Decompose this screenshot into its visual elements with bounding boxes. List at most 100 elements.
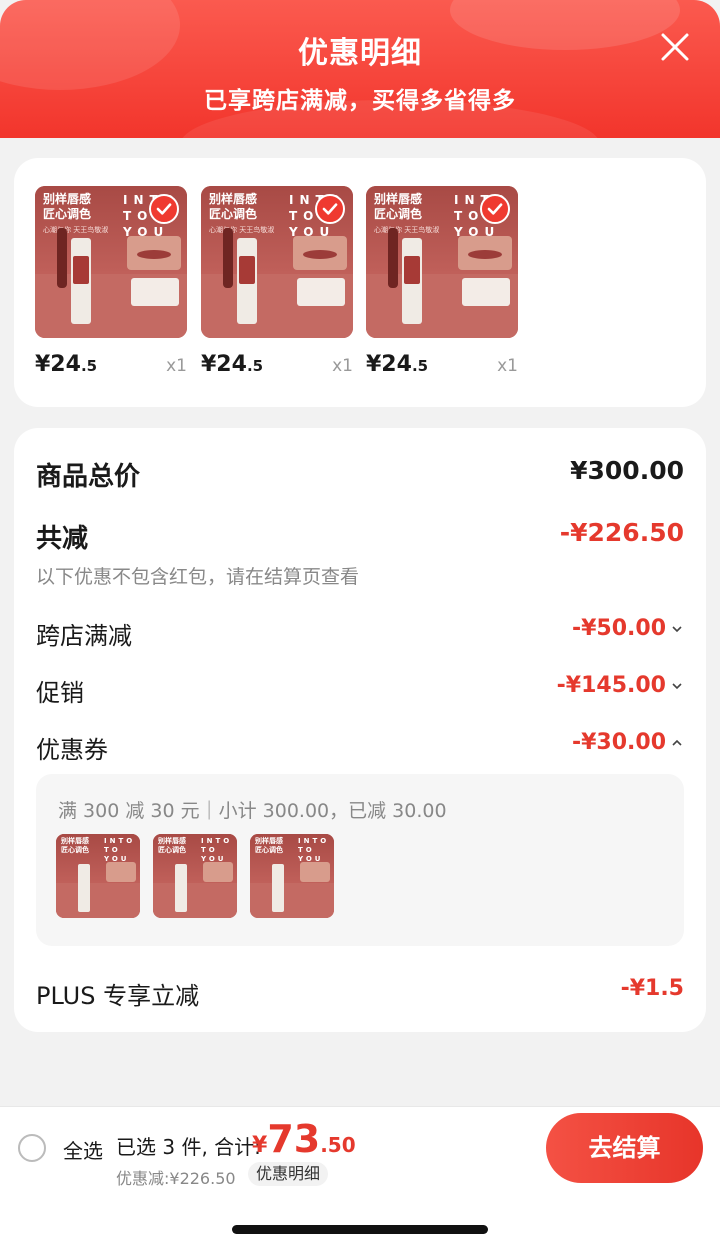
product-image[interactable]: 别样唇感 匠心调色 心潮与你 天王鸟敬淑 INTO TO YOU [35, 186, 187, 338]
thumb-brand-line: TO YOU [201, 846, 227, 863]
image-text-line: 别样唇感 [209, 192, 258, 206]
promo-value: -¥145.00 [556, 673, 666, 698]
total-discount-row: 共减 -¥226.50 [36, 518, 684, 555]
promo-label: 促销 [36, 679, 84, 707]
lips-swatch [458, 236, 512, 270]
thumb-brand: INTO TO YOU [104, 837, 140, 864]
product-image-small-text: 心潮与你 天王鸟敬淑 [374, 226, 440, 234]
product-qty: x1 [497, 356, 518, 376]
thumb-text-line: 别样唇感 [61, 837, 89, 845]
lips-swatch [127, 236, 181, 270]
image-bg [56, 882, 140, 918]
cross-store-label: 跨店满减 [36, 622, 132, 650]
lips-swatch [106, 862, 136, 882]
price-int: ¥24 [366, 352, 412, 377]
thumb-text-line: 别样唇感 [255, 837, 283, 845]
product-image-text: 别样唇感 匠心调色 [43, 192, 91, 222]
price-dec: .5 [80, 357, 98, 375]
thumb-text: 别样唇感 匠心调色 [255, 837, 283, 855]
product-mini-card [131, 278, 179, 306]
total-discount-value: -¥226.50 [559, 518, 684, 547]
chevron-down-icon[interactable] [670, 679, 684, 693]
lipstick-cap [388, 228, 398, 288]
goods-total-row: 商品总价 ¥300.00 [36, 456, 684, 493]
total-discount-label: 共减 [36, 524, 89, 554]
products-card: 别样唇感 匠心调色 心潮与你 天王鸟敬淑 INTO TO YOU ¥24.5 x1 … [14, 158, 706, 407]
product-image-text: 别样唇感 匠心调色 [209, 192, 257, 222]
image-text-line: 匠心调色 [209, 207, 258, 221]
discount-detail-link[interactable]: 优惠明细 [248, 1162, 329, 1186]
product-item[interactable]: 别样唇感 匠心调色 心潮与你 天王鸟敬淑 INTO TO YOU ¥24.5 x1 [35, 186, 187, 377]
discount-summary-card: 商品总价 ¥300.00 共减 -¥226.50 以下优惠不包含红包，请在结算页… [14, 428, 706, 1032]
select-all-label[interactable]: 全选 [63, 1135, 103, 1164]
image-text-line: 匠心调色 [43, 207, 92, 221]
coupon-product-thumb[interactable]: 别样唇感 匠心调色 INTO TO YOU [153, 834, 237, 918]
checkout-bar: 全选 已选 3 件, 合计: ¥73.50 优惠减:¥226.50 优惠明细 去… [0, 1106, 720, 1188]
coupon-product-thumb[interactable]: 别样唇感 匠心调色 INTO TO YOU [250, 834, 334, 918]
lipstick-tube [78, 864, 90, 912]
cross-store-row[interactable]: 跨店满减 -¥50.00 [36, 616, 684, 651]
lips-swatch [203, 862, 233, 882]
coupon-product-thumb[interactable]: 别样唇感 匠心调色 INTO TO YOU [56, 834, 140, 918]
check-icon[interactable] [315, 194, 345, 224]
page-title: 优惠明细 [298, 36, 422, 71]
header: 优惠明细 已享跨店满减，买得多省得多 [0, 0, 720, 138]
promo-row[interactable]: 促销 -¥145.00 [36, 673, 684, 708]
radio-unchecked-icon[interactable] [18, 1134, 46, 1162]
lipstick-tube [402, 238, 422, 324]
price-dec: .5 [246, 357, 264, 375]
plus-discount-label: PLUS 专享立减 [36, 982, 200, 1010]
price-int: ¥24 [201, 352, 247, 377]
thumb-brand-line: INTO [298, 837, 330, 845]
chevron-down-icon[interactable] [670, 622, 684, 636]
product-image-small-text: 心潮与你 天王鸟敬淑 [209, 226, 275, 234]
plus-discount-value: -¥1.5 [620, 976, 684, 1001]
cross-store-value-wrap: -¥50.00 [572, 616, 684, 641]
product-price: ¥24.5 [35, 352, 97, 377]
home-indicator-area [0, 1188, 720, 1248]
coupon-value-wrap: -¥30.00 [572, 730, 684, 755]
thumb-text: 别样唇感 匠心调色 [61, 837, 89, 855]
product-price: ¥24.5 [366, 352, 428, 377]
home-indicator[interactable] [232, 1225, 488, 1234]
page-subtitle: 已享跨店满减，买得多省得多 [204, 88, 516, 114]
lips-swatch [293, 236, 347, 270]
lipstick-tube [272, 864, 284, 912]
price-dec: .5 [411, 357, 429, 375]
discount-note-row: 以下优惠不包含红包，请在结算页查看 [36, 562, 684, 589]
lipstick-tube [237, 238, 257, 324]
product-qty: x1 [166, 356, 187, 376]
total-currency: ¥ [252, 1133, 268, 1158]
close-icon[interactable] [658, 30, 692, 64]
thumb-text-line: 匠心调色 [255, 846, 283, 854]
product-image[interactable]: 别样唇感 匠心调色 心潮与你 天王鸟敬淑 INTO TO YOU [201, 186, 353, 338]
product-image[interactable]: 别样唇感 匠心调色 心潮与你 天王鸟敬淑 INTO TO YOU [366, 186, 518, 338]
goods-total-value: ¥300.00 [570, 456, 684, 485]
product-image-small-text: 心潮与你 天王鸟敬淑 [43, 226, 109, 234]
coupon-label: 优惠券 [36, 736, 108, 764]
product-item[interactable]: 别样唇感 匠心调色 心潮与你 天王鸟敬淑 INTO TO YOU ¥24.5 x1 [201, 186, 353, 377]
checkout-button[interactable]: 去结算 [546, 1113, 703, 1183]
coupon-row[interactable]: 优惠券 -¥30.00 [36, 730, 684, 765]
check-icon[interactable] [480, 194, 510, 224]
thumb-text-line: 匠心调色 [61, 846, 89, 854]
plus-discount-row: PLUS 专享立减 -¥1.5 [36, 976, 684, 1011]
product-item[interactable]: 别样唇感 匠心调色 心潮与你 天王鸟敬淑 INTO TO YOU ¥24.5 x1 [366, 186, 518, 377]
product-mini-card [297, 278, 345, 306]
product-image-text: 别样唇感 匠心调色 [374, 192, 422, 222]
coupon-value: -¥30.00 [571, 730, 666, 755]
coupon-detail-box: 满 300 减 30 元｜小计 300.00，已减 30.00 别样唇感 匠心调色… [36, 774, 684, 946]
image-text-line: 匠心调色 [374, 207, 423, 221]
thumb-text-line: 别样唇感 [158, 837, 186, 845]
product-price: ¥24.5 [201, 352, 263, 377]
cross-store-value: -¥50.00 [571, 616, 666, 641]
image-text-line: 别样唇感 [43, 192, 92, 206]
image-text-line: 别样唇感 [374, 192, 423, 206]
product-mini-card [462, 278, 510, 306]
check-icon[interactable] [149, 194, 179, 224]
thumb-brand-line: TO YOU [298, 846, 324, 863]
total-int: 73 [267, 1117, 321, 1161]
thumb-brand-line: TO YOU [104, 846, 130, 863]
thumb-brand-line: INTO [201, 837, 233, 845]
chevron-up-icon[interactable] [670, 736, 684, 750]
